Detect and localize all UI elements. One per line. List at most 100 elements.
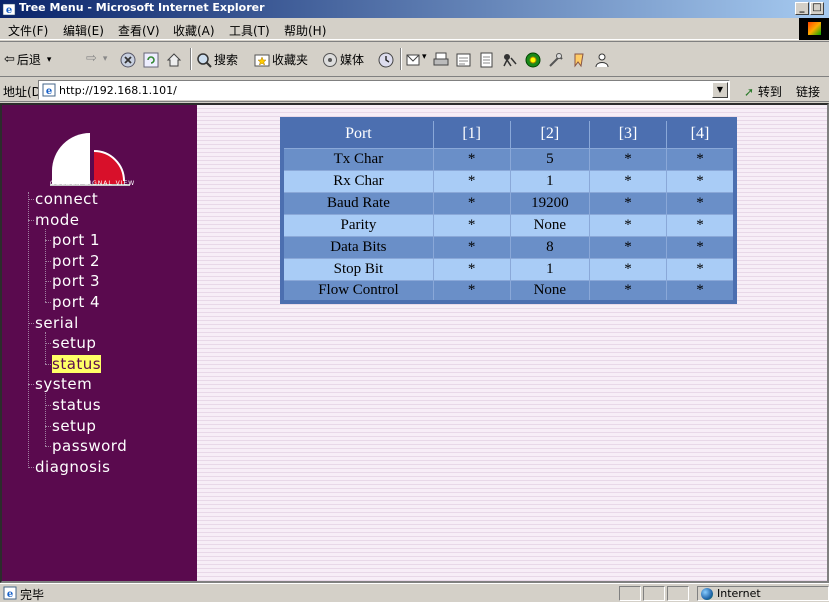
back-button[interactable]: ⇦ 后退 ▾: [4, 51, 51, 68]
back-dropdown-icon[interactable]: ▾: [47, 55, 52, 65]
tree-connector: [28, 466, 34, 468]
media-button[interactable]: 媒体: [322, 51, 364, 68]
svg-text:e: e: [46, 86, 52, 97]
logo-text: GOLDEN SIGNAL VIEW: [50, 180, 136, 187]
tree-item-port-3[interactable]: port 3: [52, 272, 100, 290]
minimize-button[interactable]: _: [795, 2, 809, 15]
tree-item-setup[interactable]: setup: [52, 417, 96, 435]
tree-connector: [45, 302, 51, 303]
address-url: http://192.168.1.101/: [59, 84, 177, 97]
user-icon[interactable]: [594, 52, 610, 68]
tree-connector: [28, 384, 34, 386]
main-pane: Port [1] [2] [3] [4] Tx Char * 5 * * Rx Char *…: [197, 105, 827, 581]
table-cell: *: [589, 257, 667, 281]
menu-edit[interactable]: 编辑(E): [63, 22, 104, 39]
table-row: Parity * None * *: [281, 213, 736, 237]
menu-view[interactable]: 查看(V): [118, 22, 160, 39]
toolbar-separator: [400, 48, 402, 70]
tree-connector: [28, 322, 34, 324]
table-cell: *: [432, 147, 511, 171]
address-dropdown-icon[interactable]: ▼: [712, 82, 728, 98]
menu-tools[interactable]: 工具(T): [229, 22, 270, 39]
favorites-button[interactable]: 收藏夹: [254, 51, 308, 68]
table-cell: *: [432, 169, 511, 193]
tree-menu-sidebar: GOLDEN SIGNAL VIEW connect mode port 1 port…: [2, 105, 197, 581]
mail-icon[interactable]: [406, 52, 422, 68]
table-cell: *: [665, 213, 736, 237]
table-cell: *: [589, 279, 667, 303]
row-label: Stop Bit: [281, 257, 434, 281]
tree-item-status[interactable]: status: [52, 396, 101, 414]
table-cell: 1: [509, 257, 591, 281]
tree-connector: [45, 363, 51, 365]
tree-item-setup[interactable]: setup: [52, 334, 96, 352]
table-cell: *: [589, 235, 667, 259]
tree-item-password[interactable]: password: [52, 437, 127, 455]
tree-item-system[interactable]: system: [35, 375, 92, 393]
security-zone: Internet: [697, 586, 829, 601]
tree-trunk-line: [28, 192, 29, 468]
row-label: Data Bits: [281, 235, 434, 259]
edit-icon[interactable]: [456, 52, 472, 68]
links-button[interactable]: 链接: [796, 83, 820, 100]
tree-item-port-2[interactable]: port 2: [52, 252, 100, 270]
column-header: Port: [281, 118, 434, 149]
back-arrow-icon: ⇦: [4, 52, 15, 67]
internet-explorer-icon: e: [2, 3, 16, 16]
media-icon: [323, 52, 337, 67]
refresh-icon[interactable]: [143, 52, 159, 68]
table-header-row: Port [1] [2] [3] [4]: [281, 118, 736, 149]
table-cell: *: [665, 257, 736, 281]
page-content: GOLDEN SIGNAL VIEW connect mode port 1 port…: [0, 103, 829, 583]
serial-status-table: Port [1] [2] [3] [4] Tx Char * 5 * * Rx Char *…: [280, 117, 737, 304]
discuss-icon[interactable]: [479, 52, 495, 68]
tools-icon[interactable]: [548, 52, 564, 68]
tree-item-status[interactable]: status: [52, 354, 102, 373]
forward-button[interactable]: ⇨ ▾: [86, 51, 107, 66]
row-label: Baud Rate: [281, 191, 434, 215]
table-cell: 19200: [509, 191, 591, 215]
row-label: Rx Char: [281, 169, 434, 193]
table-cell: 5: [509, 147, 591, 171]
tree-connector: [28, 219, 34, 221]
home-icon[interactable]: [166, 52, 182, 68]
tree-item-diagnosis[interactable]: diagnosis: [35, 458, 110, 476]
table-cell: *: [589, 213, 667, 237]
research-icon[interactable]: [525, 52, 541, 68]
table-cell: *: [589, 191, 667, 215]
globe-icon: [701, 588, 713, 600]
go-button[interactable]: ➚ 转到: [744, 83, 782, 100]
messenger-icon[interactable]: [502, 52, 518, 68]
windows-logo-icon: [799, 18, 829, 40]
title-bar: e Tree Menu - Microsoft Internet Explore…: [0, 0, 829, 18]
menu-help[interactable]: 帮助(H): [284, 22, 326, 39]
svg-text:e: e: [6, 5, 12, 16]
maximize-button[interactable]: □: [810, 2, 824, 15]
menu-favorites[interactable]: 收藏(A): [173, 22, 215, 39]
menu-file[interactable]: 文件(F): [8, 22, 48, 39]
print-icon[interactable]: [433, 52, 449, 68]
status-text: 完毕: [20, 588, 45, 602]
column-header: [2]: [509, 118, 591, 149]
tree-item-connect[interactable]: connect: [35, 190, 98, 208]
window-title: Tree Menu - Microsoft Internet Explorer: [19, 1, 265, 14]
history-icon[interactable]: [378, 52, 394, 68]
mail-dropdown-icon[interactable]: ▾: [422, 52, 427, 62]
favorites-icon: [254, 54, 270, 66]
table-cell: *: [432, 191, 511, 215]
row-label: Parity: [281, 213, 434, 237]
table-row: Tx Char * 5 * *: [281, 147, 736, 171]
tree-item-port-1[interactable]: port 1: [52, 231, 100, 249]
tree-item-serial[interactable]: serial: [35, 314, 79, 332]
address-input[interactable]: e http://192.168.1.101/ ▼: [38, 80, 730, 100]
tree-item-mode[interactable]: mode: [35, 211, 80, 229]
status-bar: e 完毕 Internet: [0, 583, 829, 602]
search-button[interactable]: 搜索: [196, 51, 238, 68]
status-cell: [643, 586, 665, 601]
table-cell: *: [432, 257, 511, 281]
bookmark-icon[interactable]: [571, 52, 587, 68]
column-header: [1]: [432, 118, 511, 149]
tree-item-port-4[interactable]: port 4: [52, 293, 100, 311]
stop-icon[interactable]: [120, 52, 136, 68]
tree-branch-line: [45, 228, 46, 302]
